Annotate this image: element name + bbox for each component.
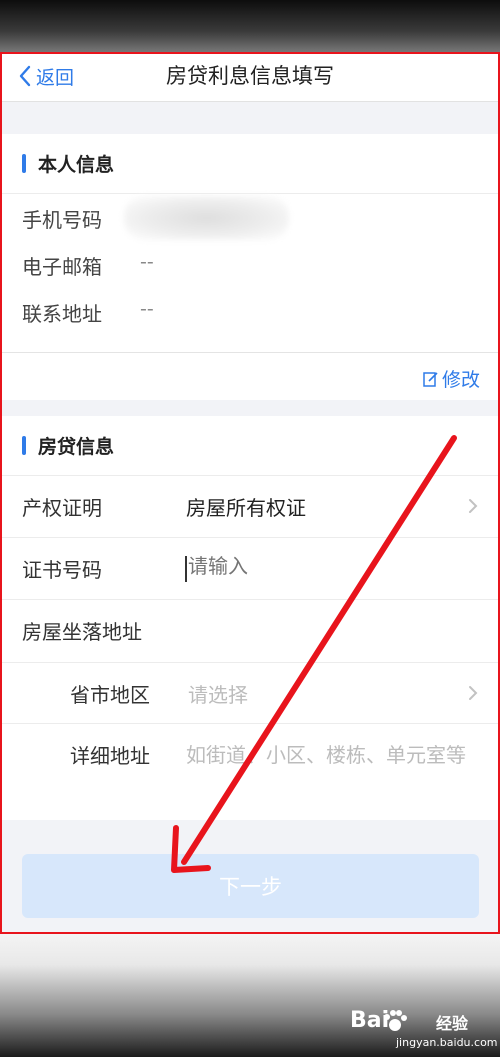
chevron-right-icon [469,499,478,513]
personal-info-header: 本人信息 [2,134,498,194]
house-address-row: 房屋坐落地址 [2,600,498,662]
cert-number-label: 证书号码 [22,558,102,582]
detail-address-input[interactable]: 如街道、小区、楼栋、单元室等 [186,740,471,770]
cert-number-row: 证书号码 [2,538,498,600]
cert-number-input[interactable] [188,554,468,578]
screenshot-highlight-frame: 返回 房贷利息信息填写 本人信息 手机号码 电子邮箱 -- 联系地址 -- 修改 [0,52,500,934]
detail-label: 详细地址 [70,744,150,768]
watermark-url: jingyan.baidu.com [396,1036,498,1049]
status-bar-blurred [0,0,500,52]
mortgage-info-card: 房贷信息 产权证明 房屋所有权证 证书号码 房屋坐落地址 省市地区 请选择 详细… [2,416,498,820]
phone-value-redacted [124,196,289,240]
phone-row: 手机号码 [2,194,498,241]
email-value: -- [140,251,154,273]
navigation-bar: 返回 房贷利息信息填写 [2,54,498,102]
edit-icon [423,371,438,387]
region-label: 省市地区 [70,683,150,707]
chevron-right-icon [469,686,478,700]
section-accent-bar [22,154,26,173]
paw-icon [384,1010,407,1031]
address-value: -- [140,298,154,320]
section-title: 本人信息 [38,154,115,176]
region-placeholder: 请选择 [188,683,248,707]
page-title: 房贷利息信息填写 [166,64,334,88]
detail-address-row: 详细地址 如街道、小区、楼栋、单元室等 [2,724,498,820]
property-cert-label: 产权证明 [22,496,102,520]
phone-label: 手机号码 [22,208,102,232]
edit-row: 修改 [2,352,498,400]
address-label: 联系地址 [22,302,102,326]
property-cert-value: 房屋所有权证 [186,496,306,520]
watermark-brand: 经验 [436,1014,469,1033]
email-row: 电子邮箱 -- [2,241,498,288]
property-cert-row[interactable]: 产权证明 房屋所有权证 [2,476,498,538]
email-label: 电子邮箱 [22,255,102,279]
address-row: 联系地址 -- [2,288,498,335]
section-title: 房贷信息 [38,436,115,458]
mortgage-info-header: 房贷信息 [2,416,498,476]
edit-button[interactable]: 修改 [422,365,480,392]
house-address-label: 房屋坐落地址 [22,620,142,644]
personal-info-card: 本人信息 手机号码 电子邮箱 -- 联系地址 -- [2,134,498,352]
text-cursor [185,556,187,582]
section-accent-bar [22,436,26,455]
next-step-button[interactable]: 下一步 [22,854,479,918]
baidu-jingyan-watermark: Bai 经验 jingyan.baidu.com [350,1002,498,1056]
edit-label: 修改 [441,369,480,391]
region-row[interactable]: 省市地区 请选择 [2,662,498,724]
